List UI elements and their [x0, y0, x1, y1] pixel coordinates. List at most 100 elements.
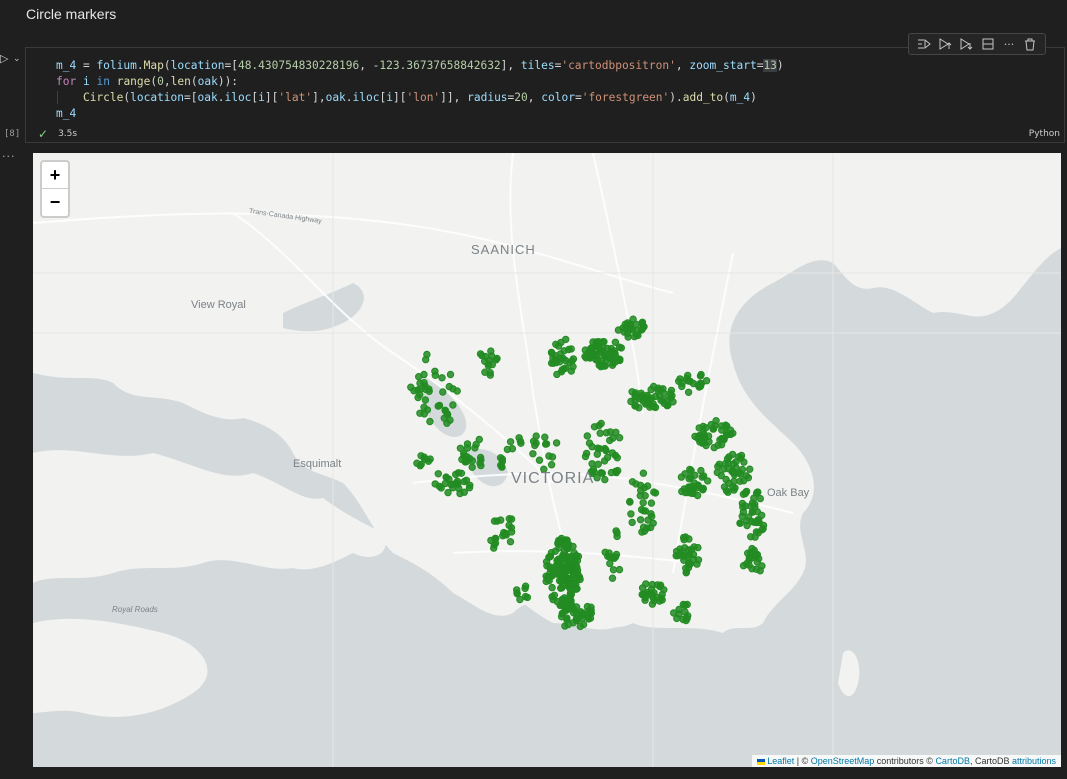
circle-marker[interactable] — [576, 622, 584, 631]
circle-marker[interactable] — [606, 436, 614, 445]
circle-marker[interactable] — [523, 593, 532, 602]
circle-marker[interactable] — [615, 343, 624, 351]
circle-marker[interactable] — [491, 539, 500, 547]
code-cell[interactable]: m_4 = folium.Map(location=[48.4307548302… — [25, 47, 1065, 143]
split-cell-icon[interactable] — [979, 35, 997, 53]
circle-marker[interactable] — [567, 589, 575, 597]
circle-marker[interactable] — [468, 463, 476, 471]
circle-marker[interactable] — [630, 332, 639, 341]
circle-marker[interactable] — [420, 370, 428, 379]
circle-marker[interactable] — [741, 502, 749, 510]
circle-marker[interactable] — [521, 582, 530, 590]
circle-marker[interactable] — [650, 488, 658, 496]
circle-marker[interactable] — [684, 371, 692, 380]
circle-marker[interactable] — [454, 480, 462, 488]
circle-marker[interactable] — [563, 616, 571, 624]
circle-marker[interactable] — [594, 356, 602, 365]
circle-marker[interactable] — [567, 367, 575, 375]
circle-marker[interactable] — [747, 533, 755, 541]
circle-marker[interactable] — [551, 547, 559, 555]
circle-marker[interactable] — [593, 474, 601, 482]
circle-marker[interactable] — [420, 379, 428, 387]
circle-marker[interactable] — [567, 601, 576, 609]
circle-marker[interactable] — [641, 507, 650, 515]
circle-marker[interactable] — [547, 348, 556, 357]
circle-marker[interactable] — [748, 544, 756, 553]
circle-marker[interactable] — [594, 444, 602, 452]
run-options-chevron-icon[interactable]: ⌄ — [13, 52, 23, 66]
circle-marker[interactable] — [426, 455, 434, 463]
circle-marker[interactable] — [423, 406, 432, 414]
circle-marker[interactable] — [752, 518, 760, 527]
circle-marker[interactable] — [620, 328, 628, 336]
circle-marker[interactable] — [417, 460, 425, 469]
circle-marker[interactable] — [628, 325, 636, 334]
map-view[interactable]: + − SAANICH View Royal Esquimalt VICTORI… — [33, 153, 1061, 767]
circle-marker[interactable] — [602, 446, 610, 454]
circle-marker[interactable] — [670, 609, 678, 617]
circle-marker[interactable] — [529, 450, 537, 458]
circle-marker[interactable] — [650, 403, 658, 411]
circle-marker[interactable] — [443, 410, 452, 419]
circle-marker[interactable] — [559, 554, 567, 563]
circle-marker[interactable] — [759, 521, 768, 530]
circle-marker[interactable] — [743, 521, 751, 530]
circle-marker[interactable] — [407, 383, 415, 391]
cell-language[interactable]: Python — [1029, 129, 1060, 139]
circle-marker[interactable] — [640, 527, 649, 535]
circle-marker[interactable] — [548, 583, 556, 592]
circle-marker[interactable] — [756, 494, 764, 503]
circle-marker[interactable] — [569, 609, 578, 617]
circle-marker[interactable] — [486, 371, 494, 379]
execute-above-icon[interactable] — [936, 35, 954, 53]
circle-marker[interactable] — [603, 344, 611, 353]
circle-marker[interactable] — [553, 562, 562, 570]
code-line[interactable]: m_4 = folium.Map(location=[48.4307548302… — [56, 58, 784, 74]
circle-marker[interactable] — [736, 519, 744, 527]
output-more-icon[interactable]: ··· — [2, 150, 16, 163]
circle-marker[interactable] — [611, 553, 620, 561]
circle-marker[interactable] — [590, 423, 599, 431]
circle-marker[interactable] — [693, 560, 701, 568]
circle-marker[interactable] — [545, 576, 553, 585]
circle-marker[interactable] — [567, 552, 575, 561]
circle-marker[interactable] — [532, 439, 540, 447]
circle-marker[interactable] — [751, 503, 759, 511]
circle-marker[interactable] — [417, 452, 425, 460]
circle-marker[interactable] — [572, 614, 581, 623]
circle-marker[interactable] — [739, 562, 748, 570]
circle-marker[interactable] — [643, 482, 652, 490]
circle-marker[interactable] — [739, 508, 748, 516]
circle-marker[interactable] — [426, 417, 434, 426]
circle-marker[interactable] — [565, 345, 573, 354]
circle-marker[interactable] — [434, 402, 442, 410]
circle-marker[interactable] — [517, 439, 525, 447]
circle-marker[interactable] — [735, 468, 743, 477]
circle-marker[interactable] — [684, 388, 693, 397]
circle-marker[interactable] — [636, 481, 645, 489]
circle-marker[interactable] — [506, 538, 515, 546]
circle-marker[interactable] — [503, 445, 512, 454]
circle-marker[interactable] — [596, 429, 604, 437]
circle-marker[interactable] — [435, 482, 444, 491]
circle-marker[interactable] — [648, 600, 657, 608]
circle-marker[interactable] — [434, 470, 442, 478]
circle-marker[interactable] — [568, 357, 576, 365]
cartodb-link[interactable]: CartoDB — [935, 756, 970, 766]
circle-marker[interactable] — [729, 460, 738, 468]
circle-marker[interactable] — [635, 404, 643, 412]
circle-marker[interactable] — [709, 425, 718, 433]
circle-marker[interactable] — [452, 470, 460, 479]
circle-marker[interactable] — [694, 381, 702, 389]
circle-marker[interactable] — [717, 441, 726, 449]
circle-marker[interactable] — [439, 388, 447, 396]
circle-marker[interactable] — [416, 390, 424, 399]
circle-marker[interactable] — [513, 586, 521, 594]
circle-marker[interactable] — [606, 559, 614, 568]
circle-marker[interactable] — [679, 615, 687, 624]
circle-marker[interactable] — [686, 560, 694, 568]
circle-marker[interactable] — [423, 350, 431, 359]
code-line[interactable]: m_4 — [56, 106, 784, 122]
circle-marker[interactable] — [442, 474, 451, 482]
circle-marker[interactable] — [639, 469, 648, 477]
